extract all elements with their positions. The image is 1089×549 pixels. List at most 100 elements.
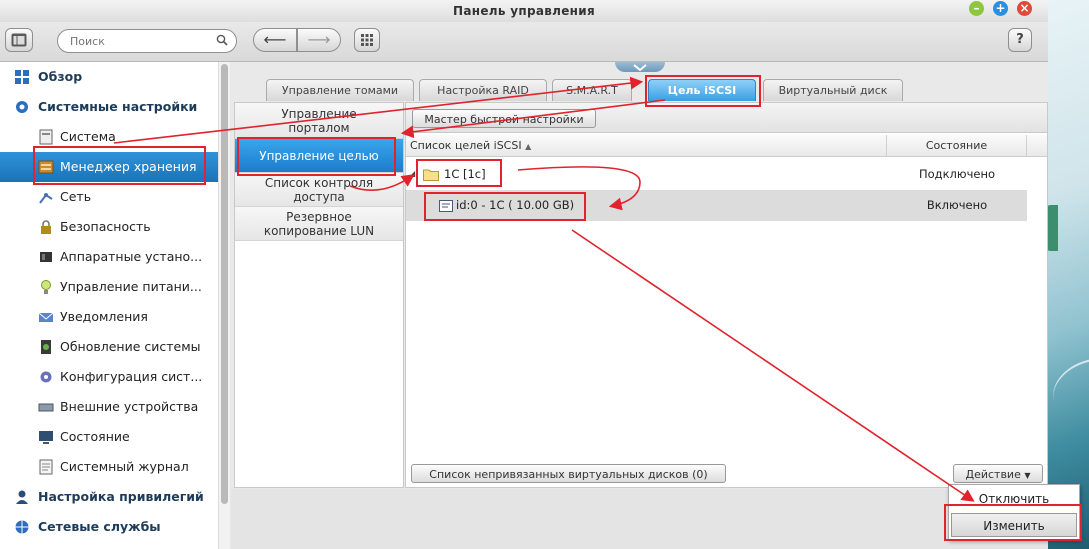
sidebar-item-external-devices[interactable]: Внешние устройства xyxy=(0,392,218,422)
sidebar-item-system-update[interactable]: Обновление системы xyxy=(0,332,218,362)
desktop-background xyxy=(1048,0,1089,549)
sidebar-item-privileges[interactable]: Настройка привилегий xyxy=(0,482,218,512)
chevron-down-icon: ▼ xyxy=(1024,471,1031,480)
tab-raid-settings[interactable]: Настройка RAID xyxy=(419,79,547,101)
log-icon xyxy=(39,459,53,475)
sidebar-item-security[interactable]: Безопасность xyxy=(0,212,218,242)
sidebar-item-system-config[interactable]: Конфигурация сист... xyxy=(0,362,218,392)
table-row[interactable]: ◢ 1C [1c] Подключено xyxy=(406,159,1027,190)
tab-volume-management[interactable]: Управление томами xyxy=(266,79,414,101)
disk-icon xyxy=(439,200,453,212)
menu-target-management[interactable]: Управление целью xyxy=(235,139,403,173)
update-icon xyxy=(41,340,51,354)
sidebar-item-label: Управление питани... xyxy=(60,279,202,294)
sidebar-item-power[interactable]: Управление питани... xyxy=(0,272,218,302)
search-icon xyxy=(216,34,228,46)
notification-icon xyxy=(38,312,54,322)
sidebar-item-notifications[interactable]: Уведомления xyxy=(0,302,218,332)
sidebar-item-overview[interactable]: Обзор xyxy=(0,62,218,92)
help-button[interactable]: ? xyxy=(1008,28,1032,52)
folder-icon xyxy=(423,169,439,181)
status-monitor-icon xyxy=(39,431,53,444)
overview-icon xyxy=(15,70,29,84)
sidebar-scrollbar[interactable] xyxy=(218,62,230,549)
sidebar-item-label: Внешние устройства xyxy=(60,399,199,414)
tab-iscsi-target[interactable]: Цель iSCSI xyxy=(648,79,756,101)
column-header-status[interactable]: Состояние xyxy=(887,135,1027,157)
sidebar-item-hardware[interactable]: Аппаратные устано... xyxy=(0,242,218,272)
sidebar-item-label: Сеть xyxy=(60,189,92,204)
gear-icon xyxy=(16,101,28,113)
content-area: Управление томами Настройка RAID S.M.A.R… xyxy=(231,62,1048,549)
menu-portal-management[interactable]: Управление порталом xyxy=(235,103,403,139)
storage-icon xyxy=(38,160,54,174)
sidebar-item-network[interactable]: Сеть xyxy=(0,182,218,212)
target-panel: Мастер быстрой настройки Список целей iS… xyxy=(405,102,1048,488)
sidebar: Обзор Системные настройки Система Менедж… xyxy=(0,62,230,549)
maximize-button[interactable]: + xyxy=(993,1,1008,16)
column-header-name[interactable]: Список целей iSCSI ▲ xyxy=(406,135,887,157)
system-icon xyxy=(39,129,53,145)
sidebar-item-system-log[interactable]: Системный журнал xyxy=(0,452,218,482)
target-status: Подключено xyxy=(918,167,996,181)
power-icon xyxy=(41,280,51,294)
close-button[interactable]: × xyxy=(1017,1,1032,16)
collapse-arrow-icon[interactable]: ◢ xyxy=(409,169,415,178)
network-services-icon xyxy=(15,520,29,534)
control-panel-window: Панель управления – + × ⟵ xyxy=(0,0,1048,549)
bottom-bar xyxy=(231,489,1048,549)
menu-item-edit[interactable]: Изменить xyxy=(951,513,1077,537)
sidebar-item-label: Системные настройки xyxy=(38,99,198,114)
sidebar-scroll-thumb[interactable] xyxy=(221,64,228,504)
home-button[interactable] xyxy=(5,28,33,52)
sidebar-item-label: Обновление системы xyxy=(60,339,201,354)
sidebar-item-network-services[interactable]: Сетевые службы xyxy=(0,512,218,542)
sidebar-item-label: Конфигурация сист... xyxy=(60,369,203,384)
tab-smart[interactable]: S.M.A.R.T xyxy=(552,79,632,101)
lun-status: Включено xyxy=(926,198,988,212)
sidebar-item-label: Сетевые службы xyxy=(38,519,161,534)
panel-toolbar: Мастер быстрой настройки xyxy=(406,103,1047,133)
title-bar: Панель управления – + × xyxy=(0,0,1048,22)
window-title: Панель управления xyxy=(453,4,595,18)
tab-virtual-disk[interactable]: Виртуальный диск xyxy=(763,79,903,101)
apps-grid-button[interactable] xyxy=(354,28,380,52)
minimize-button[interactable]: – xyxy=(969,1,984,16)
sidebar-item-system[interactable]: Система xyxy=(0,122,218,152)
network-icon xyxy=(39,193,53,204)
grid-scroll-area xyxy=(1027,158,1047,458)
lun-name: id:0 - 1C ( 10.00 GB) xyxy=(456,198,575,212)
collapse-handle[interactable] xyxy=(615,62,665,72)
sort-ascending-icon: ▲ xyxy=(525,142,532,151)
chevron-down-icon xyxy=(633,64,647,72)
sidebar-item-status[interactable]: Состояние xyxy=(0,422,218,452)
unbound-virtual-disks-button[interactable]: Список непривязанных виртуальных дисков … xyxy=(411,464,726,483)
search-input[interactable] xyxy=(68,33,208,49)
users-icon xyxy=(16,490,28,504)
table-row[interactable]: id:0 - 1C ( 10.00 GB) Включено xyxy=(406,190,1027,221)
target-name: 1C [1c] xyxy=(444,167,486,181)
grid-header: Список целей iSCSI ▲ Состояние xyxy=(406,135,1047,157)
menu-item-disable[interactable]: Отключить xyxy=(951,487,1077,511)
external-device-icon xyxy=(38,403,54,412)
action-button[interactable]: Действие ▼ xyxy=(953,464,1043,483)
forward-button[interactable]: ⟶ xyxy=(297,28,341,52)
sidebar-item-label: Безопасность xyxy=(60,219,151,234)
quick-setup-wizard-button[interactable]: Мастер быстрой настройки xyxy=(412,109,596,128)
sidebar-item-label: Менеджер хранения xyxy=(60,159,197,174)
sidebar-item-label: Обзор xyxy=(38,69,83,84)
menu-lun-backup[interactable]: Резервное копирование LUN xyxy=(235,207,403,241)
sidebar-item-label: Настройка привилегий xyxy=(38,489,204,504)
search-box[interactable] xyxy=(57,29,237,53)
sidebar-item-storage-manager[interactable]: Менеджер хранения xyxy=(0,152,218,182)
menu-access-control-list[interactable]: Список контроля доступа xyxy=(235,173,403,207)
config-icon xyxy=(40,371,52,383)
plus-icon: + xyxy=(995,1,1006,15)
close-icon: × xyxy=(1019,1,1030,15)
sidebar-item-label: Аппаратные устано... xyxy=(60,249,203,264)
panel-layout-icon xyxy=(11,33,27,47)
back-button[interactable]: ⟵ xyxy=(253,28,297,52)
sidebar-item-label: Система xyxy=(60,129,116,144)
sidebar-item-system-settings[interactable]: Системные настройки xyxy=(0,92,218,122)
help-icon: ? xyxy=(1016,32,1024,47)
